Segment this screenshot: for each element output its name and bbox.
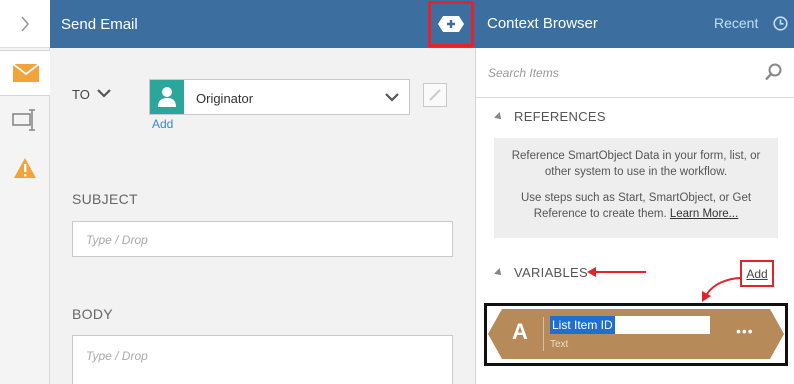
send-email-header: Send Email bbox=[50, 0, 476, 48]
collapse-triangle-icon bbox=[494, 267, 504, 278]
references-group-header[interactable]: REFERENCES bbox=[494, 109, 606, 124]
variable-divider bbox=[543, 317, 544, 351]
pencil-icon bbox=[429, 89, 441, 101]
text-input-icon bbox=[12, 109, 35, 131]
left-rail bbox=[0, 0, 51, 384]
tab-email[interactable] bbox=[0, 50, 51, 96]
variable-type: Text bbox=[550, 339, 569, 350]
variable-item[interactable]: A List Item ID Text ••• bbox=[488, 309, 784, 359]
tab-text-input[interactable] bbox=[0, 97, 50, 143]
envelope-icon bbox=[12, 64, 39, 82]
more-options-icon[interactable]: ••• bbox=[736, 323, 754, 339]
context-browser-title: Context Browser bbox=[487, 15, 598, 32]
context-browser-body: REFERENCES Reference SmartObject Data in… bbox=[476, 98, 794, 384]
to-label: TO bbox=[72, 87, 90, 102]
references-info-box: Reference SmartObject Data in your form,… bbox=[494, 138, 778, 238]
annotation-arrow-curved bbox=[702, 277, 743, 302]
subject-field[interactable]: Type / Drop bbox=[72, 221, 453, 257]
search-bar[interactable]: Search Items bbox=[476, 48, 794, 98]
variable-name-input[interactable]: List Item ID bbox=[550, 316, 710, 334]
learn-more-link[interactable]: Learn More... bbox=[670, 208, 738, 220]
clock-icon[interactable] bbox=[773, 16, 788, 31]
panel-title: Send Email bbox=[61, 15, 138, 33]
recent-link[interactable]: Recent bbox=[714, 15, 758, 31]
collapse-triangle-icon bbox=[494, 111, 504, 122]
variables-group-header[interactable]: VARIABLES bbox=[494, 265, 588, 280]
user-icon bbox=[158, 87, 176, 107]
user-avatar bbox=[150, 80, 184, 114]
warning-icon bbox=[14, 158, 36, 178]
recipient-name: Originator bbox=[196, 91, 254, 106]
expand-rail-button[interactable] bbox=[0, 0, 50, 48]
add-variable-button[interactable]: Add bbox=[740, 260, 774, 287]
variable-type-icon: A bbox=[512, 319, 528, 344]
body-label: BODY bbox=[72, 306, 113, 322]
variables-heading: VARIABLES bbox=[514, 265, 588, 280]
add-recipient-link[interactable]: Add bbox=[152, 117, 173, 131]
chevron-down-icon bbox=[385, 93, 399, 102]
add-context-button[interactable] bbox=[428, 1, 474, 47]
subject-placeholder: Type / Drop bbox=[86, 233, 148, 247]
tab-warnings[interactable] bbox=[0, 145, 50, 191]
variable-name: List Item ID bbox=[552, 318, 613, 332]
body-field[interactable]: Type / Drop bbox=[72, 335, 453, 384]
search-placeholder: Search Items bbox=[488, 66, 559, 80]
edit-recipient-button[interactable] bbox=[423, 83, 447, 107]
to-chevron-down-icon[interactable] bbox=[97, 88, 111, 98]
search-icon[interactable] bbox=[765, 63, 783, 81]
add-context-icon bbox=[438, 16, 464, 32]
annotation-arrow-left bbox=[587, 267, 646, 277]
subject-label: SUBJECT bbox=[72, 191, 138, 207]
body-placeholder: Type / Drop bbox=[86, 349, 148, 363]
chevron-right-icon bbox=[21, 15, 30, 32]
references-text-1: Reference SmartObject Data in your form,… bbox=[511, 150, 761, 178]
context-browser-header: Context Browser Recent bbox=[476, 0, 794, 48]
references-heading: REFERENCES bbox=[514, 109, 606, 124]
add-variable-label: Add bbox=[746, 266, 768, 281]
recipient-dropdown[interactable]: Originator bbox=[149, 79, 410, 115]
email-form: TO Originator Add SUBJECT Type / Drop BO… bbox=[50, 48, 476, 384]
